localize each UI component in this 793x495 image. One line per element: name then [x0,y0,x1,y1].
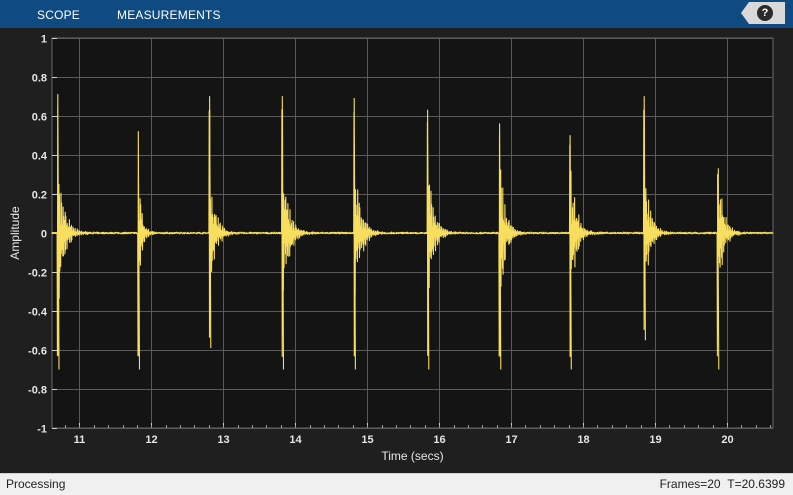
y-tick-label: 0.2 [32,190,47,202]
y-tick-label: 0.6 [32,112,47,124]
y-tick-label: -1 [37,424,47,436]
y-tick-label: -0.4 [28,307,48,319]
x-tick-label: 11 [74,434,86,446]
y-axis-label: Amplitude [8,206,22,260]
y-tick-label: -0.8 [28,385,47,397]
status-frames-time: Frames=20 T=20.6399 [660,477,785,491]
y-tick-label: -0.6 [28,346,47,358]
y-tick-label: 0 [41,229,47,241]
scope-canvas: 11 12 13 14 15 16 17 18 19 20 -1 -0.8 -0.6 -0.4 -0.2 0 0… [0,28,793,473]
x-axis-label: Time (secs) [381,449,443,463]
y-tick-label: 0.8 [32,73,47,85]
y-tick-label: -0.2 [28,268,47,280]
y-tick-label: 1 [41,34,47,46]
status-frames: Frames=20 [659,477,721,491]
x-tick-label: 13 [217,434,229,446]
help-panel-toggle[interactable]: ? [741,2,785,24]
tab-scope[interactable]: SCOPE [37,0,80,28]
tab-measurements[interactable]: MEASUREMENTS [117,0,221,28]
scope-plot: 11 12 13 14 15 16 17 18 19 20 -1 -0.8 -0.6 -0.4 -0.2 0 0… [8,34,774,463]
help-icon[interactable]: ? [757,5,773,21]
toolbar: SCOPE MEASUREMENTS ? [0,0,793,28]
x-tick-label: 14 [289,434,302,446]
x-tick-label: 18 [577,434,589,446]
x-tick-label: 17 [505,434,517,446]
status-time: T=20.6399 [727,477,785,491]
y-tick-label: 0.4 [32,151,48,163]
x-tick-label: 20 [721,434,733,446]
x-tick-label: 12 [145,434,157,446]
status-bar: Processing Frames=20 T=20.6399 [0,473,793,495]
x-tick-label: 16 [433,434,445,446]
status-processing: Processing [6,477,66,491]
x-tick-label: 15 [361,434,373,446]
x-tick-label: 19 [649,434,661,446]
